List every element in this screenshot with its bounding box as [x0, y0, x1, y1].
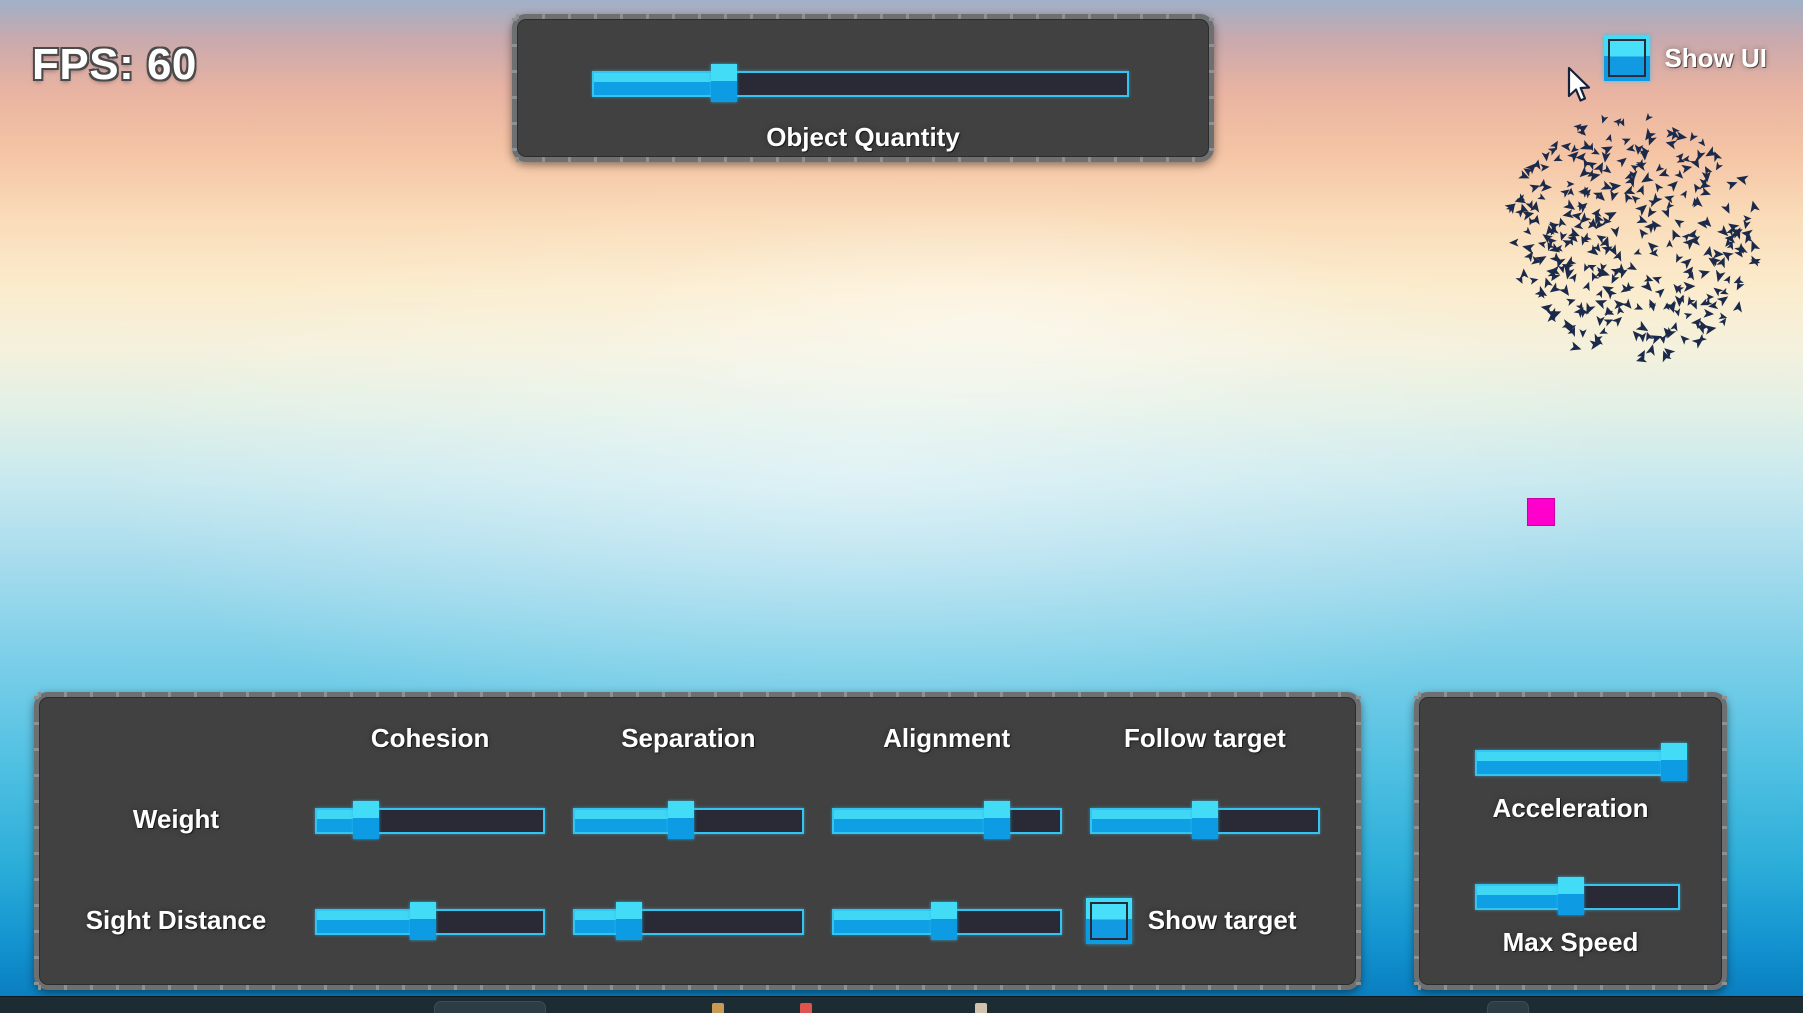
show-ui-toggle[interactable]: Show UI: [1604, 35, 1767, 81]
fps-counter: FPS: 60: [32, 40, 197, 89]
max-speed-label: Max Speed: [1502, 927, 1639, 957]
slider-track[interactable]: [831, 807, 1062, 834]
cell-separation-sight-distance: [559, 901, 817, 940]
cell-follow-target-weight: [1076, 800, 1334, 839]
column-header-cohesion: Cohesion: [370, 722, 490, 753]
checkbox-inner: [1608, 39, 1647, 77]
column-header-follow-target: Follow target: [1123, 722, 1286, 753]
slider-fill: [833, 910, 945, 933]
column-header-separation: Separation: [621, 722, 756, 753]
separation-weight-slider[interactable]: [573, 800, 804, 839]
alignment-sight-distance-slider[interactable]: [831, 901, 1062, 940]
slider-handle[interactable]: [710, 64, 737, 102]
taskbar-window-button[interactable]: [434, 1001, 546, 1013]
slider-fill: [575, 809, 682, 832]
slider-track[interactable]: [592, 71, 1129, 97]
simulation-app: FPS: 60 Object Quantity Show UI Cohesion…: [0, 0, 1803, 1013]
flocking-controls-panel: Cohesion Separation Alignment Follow tar…: [34, 692, 1361, 990]
row-header-weight: Weight: [132, 804, 220, 834]
object-quantity-panel: Object Quantity: [512, 14, 1214, 162]
motion-controls-panel: Acceleration Max Speed: [1414, 692, 1727, 990]
slider-handle[interactable]: [931, 901, 958, 940]
acceleration-slider[interactable]: [1475, 743, 1687, 781]
slider-handle[interactable]: [1558, 877, 1585, 915]
cell-alignment-sight-distance: [818, 901, 1076, 940]
cohesion-weight-slider[interactable]: [315, 800, 546, 839]
max-speed-slider[interactable]: [1475, 877, 1680, 915]
show-target-label: Show target: [1147, 905, 1297, 935]
show-ui-label: Show UI: [1664, 42, 1767, 73]
show-target-toggle[interactable]: Show target: [1076, 897, 1334, 944]
target-marker[interactable]: [1527, 498, 1555, 526]
cell-cohesion-weight: [301, 800, 559, 839]
taskbar-icon[interactable]: [712, 1003, 724, 1013]
panel-rail-right: [1356, 696, 1361, 986]
slider-handle[interactable]: [984, 800, 1011, 839]
slider-fill: [1477, 886, 1572, 908]
object-quantity-slider[interactable]: [592, 64, 1129, 102]
desktop-taskbar[interactable]: [0, 996, 1803, 1013]
slider-fill: [1091, 809, 1205, 832]
slider-handle[interactable]: [352, 800, 379, 839]
acceleration-label: Acceleration: [1492, 793, 1649, 823]
checkbox-inner: [1089, 901, 1128, 940]
slider-track[interactable]: [315, 807, 546, 834]
alignment-weight-slider[interactable]: [831, 800, 1062, 839]
cell-cohesion-sight-distance: [301, 901, 559, 940]
object-quantity-label: Object Quantity: [766, 122, 960, 152]
slider-handle[interactable]: [615, 901, 642, 940]
follow-target-weight-slider[interactable]: [1089, 800, 1320, 839]
column-header-alignment: Alignment: [883, 722, 1011, 753]
slider-track[interactable]: [573, 908, 804, 935]
panel-rail-right: [1209, 18, 1214, 158]
checkbox-checked-icon[interactable]: [1085, 897, 1132, 944]
slider-handle[interactable]: [410, 901, 437, 940]
slider-handle[interactable]: [668, 800, 695, 839]
taskbar-icon[interactable]: [800, 1003, 812, 1013]
taskbar-window-button[interactable]: [1487, 1001, 1529, 1013]
taskbar-icon[interactable]: [975, 1003, 987, 1013]
row-header-sight-distance: Sight Distance: [85, 905, 267, 935]
slider-track[interactable]: [1475, 750, 1680, 776]
checkbox-checked-icon[interactable]: [1604, 35, 1651, 81]
cell-alignment-weight: [818, 800, 1076, 839]
slider-handle[interactable]: [1191, 800, 1218, 839]
cell-separation-weight: [559, 800, 817, 839]
panel-rail-right: [1722, 696, 1727, 986]
slider-fill: [594, 73, 725, 95]
separation-sight-distance-slider[interactable]: [573, 901, 804, 940]
cohesion-sight-distance-slider[interactable]: [315, 901, 546, 940]
slider-fill: [317, 910, 424, 933]
slider-fill: [1477, 752, 1672, 774]
slider-fill: [833, 809, 997, 832]
slider-handle[interactable]: [1660, 743, 1687, 781]
